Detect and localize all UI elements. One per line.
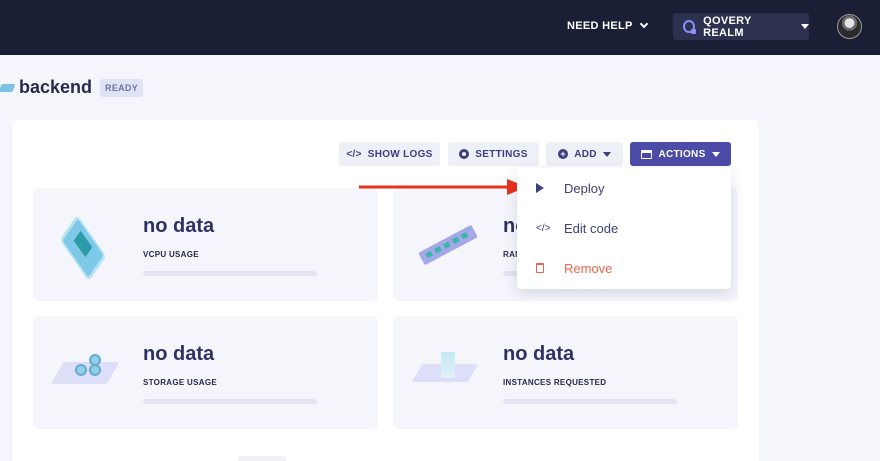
caret-down-icon [711,151,720,157]
actions-label: ACTIONS [658,148,706,160]
usage-bar [143,271,317,276]
add-button[interactable]: + ADD [546,142,623,166]
instances-requested-card: no data INSTANCES REQUESTED [393,316,738,429]
add-label: ADD [574,148,597,160]
status-badge: READY [100,78,144,97]
metric-label: VCPU USAGE [143,250,199,259]
vcpu-usage-card: no data VCPU USAGE [33,188,378,301]
storage-usage-card: no data STORAGE USAGE [33,316,378,429]
metric-value: no data [143,343,215,365]
need-help-label: NEED HELP [567,20,633,32]
need-help-menu[interactable]: NEED HELP [567,19,648,32]
cpu-chip-illustration [55,218,117,278]
gear-icon [459,149,470,159]
window-icon [641,149,653,159]
menu-item-remove[interactable]: Remove [517,252,731,284]
bottom-tab [238,456,286,461]
menu-item-deploy[interactable]: Deploy [517,172,731,204]
code-icon: </> [536,222,551,234]
caret-down-icon [602,151,611,157]
show-logs-label: SHOW LOGS [367,148,433,160]
code-icon: </> [346,148,362,160]
qovery-logo-icon [683,20,697,34]
chevron-down-icon [639,19,648,29]
instance-illustration [411,346,479,392]
user-avatar[interactable] [837,14,862,39]
menu-item-label: Edit code [564,220,619,236]
storage-illustration [50,350,120,390]
top-navbar: NEED HELP QOVERY REALM [0,0,880,55]
actions-button[interactable]: ACTIONS [630,142,731,166]
play-icon [536,183,544,193]
page-title: backend [19,77,93,97]
settings-button[interactable]: SETTINGS [448,142,539,166]
menu-item-label: Deploy [564,180,605,196]
annotation-arrow [359,179,527,195]
plus-circle-icon: + [558,149,569,159]
trash-icon [536,263,544,273]
realm-switcher[interactable]: QOVERY REALM [673,13,809,40]
application-icon [0,83,16,92]
metric-value: no data [503,343,575,365]
realm-label: QOVERY REALM [703,14,752,39]
metric-label: STORAGE USAGE [143,378,217,387]
caret-down-icon [801,24,809,29]
metric-value: no data [143,215,215,237]
page-header: backend READY [0,77,144,98]
menu-item-edit-code[interactable]: </> Edit code [517,212,731,244]
ram-stick-illustration [418,220,480,268]
metric-label: INSTANCES REQUESTED [503,378,607,387]
usage-bar [143,399,317,404]
usage-bar [503,399,677,404]
actions-dropdown: Deploy </> Edit code Remove [517,168,731,289]
show-logs-button[interactable]: </> SHOW LOGS [339,142,440,166]
menu-item-label: Remove [564,260,613,276]
settings-label: SETTINGS [475,148,528,160]
